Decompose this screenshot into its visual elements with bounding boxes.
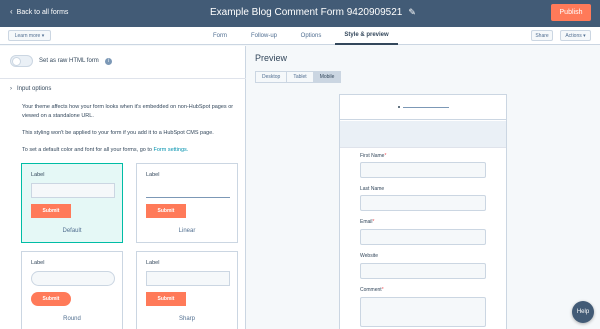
device-tabs: Desktop Tablet Mobile [255,71,342,83]
toggle-knob [12,57,21,66]
back-to-forms-link[interactable]: ‹ Back to all forms [10,8,68,16]
tab-desktop[interactable]: Desktop [255,71,288,83]
card-field [146,183,230,198]
help-button[interactable]: Help [572,301,594,323]
field-label-last-name: Last Name [360,186,384,192]
card-label: Label [146,172,160,178]
required-marker: * [381,287,384,293]
top-bar: ‹ Back to all forms Example Blog Comment… [0,0,600,27]
style-panel: Set as raw HTML form i › Input options Y… [0,46,246,329]
card-name: Sharp [178,316,195,322]
form-settings-link[interactable]: Form settings. [153,147,188,153]
last-name-input[interactable] [360,195,486,211]
required-marker: * [384,153,387,159]
card-submit: Submit [146,292,186,306]
card-submit: Submit [146,204,186,218]
field-label-comment: Comment* [360,287,384,293]
first-name-input[interactable] [360,162,486,178]
email-input[interactable] [360,229,486,245]
section-title: Input options [17,86,52,92]
card-label: Label [31,172,45,178]
info-icon[interactable]: i [104,57,112,65]
chevron-left-icon: ‹ [10,7,13,16]
tab-options[interactable]: Options [296,27,326,45]
sub-bar: Learn more ▾ Form Follow-up Options Styl… [0,27,600,45]
settings-paragraph: To set a default color and font for all … [22,146,237,155]
actions-dropdown[interactable]: Actions ▾ [560,30,591,41]
card-label: Label [146,260,160,266]
speaker-bar [403,107,449,108]
field-label-text: Website [360,253,378,259]
raw-html-row: Set as raw HTML form i [10,55,112,67]
field-label-first-name: First Name* [360,153,386,159]
tab-mobile[interactable]: Mobile [312,71,342,83]
tab-style-preview[interactable]: Style & preview [335,27,398,45]
field-label-text: Comment [360,287,382,293]
tab-tablet[interactable]: Tablet [286,71,314,83]
settings-text: To set a default color and font for all … [22,147,152,153]
form-title: Example Blog Comment Form 9420909521 ✎ [210,7,416,18]
raw-html-label: Set as raw HTML form [39,58,99,64]
tab-form[interactable]: Form [208,27,232,45]
publish-button[interactable]: Publish [551,4,591,21]
card-field [31,271,115,286]
style-card-linear[interactable]: Label Submit Linear [136,163,238,243]
card-label: Label [31,260,45,266]
back-label: Back to all forms [16,8,69,16]
cms-paragraph: This styling won't be applied to your fo… [22,130,214,136]
actions-label: Actions [565,32,582,39]
field-label-text: Email [360,219,373,225]
required-marker: * [372,219,375,225]
tab-follow-up[interactable]: Follow-up [246,27,282,45]
pencil-icon[interactable]: ✎ [408,7,416,18]
card-submit: Submit [31,292,71,306]
field-label-text: Last Name [360,186,385,192]
share-button[interactable]: Share [531,30,553,41]
divider [0,78,246,79]
mobile-preview-frame: First Name* Last Name Email* Website Com… [339,94,507,329]
form-title-text: Example Blog Comment Form 9420909521 [210,7,403,18]
learn-more-label: Learn more [14,32,41,39]
card-submit: Submit [31,204,71,218]
camera-dot [398,106,400,108]
website-input[interactable] [360,263,486,279]
preview-panel: Preview Desktop Tablet Mobile First Name… [247,46,600,329]
card-name: Linear [178,228,196,234]
input-options-section[interactable]: › Input options [10,86,51,92]
card-name: Round [63,316,81,322]
style-card-default[interactable]: Label Submit Default [21,163,123,243]
style-card-sharp[interactable]: Label Submit Sharp [136,251,238,329]
raw-html-toggle[interactable] [10,55,33,67]
chevron-down-icon: › [10,86,12,92]
field-label-website: Website [360,253,378,259]
theme-paragraph: Your theme affects how your form looks w… [22,104,234,119]
style-card-round[interactable]: Label Submit Round [21,251,123,329]
card-field [31,183,115,198]
field-label-email: Email* [360,219,374,225]
card-field [146,271,230,286]
comment-textarea[interactable] [360,297,486,327]
phone-header [340,95,506,120]
learn-more-button[interactable]: Learn more ▾ [8,30,51,41]
preview-title: Preview [255,53,288,63]
card-name: Default [62,228,82,234]
form-header-band [340,121,506,148]
field-label-text: First Name [360,153,385,159]
